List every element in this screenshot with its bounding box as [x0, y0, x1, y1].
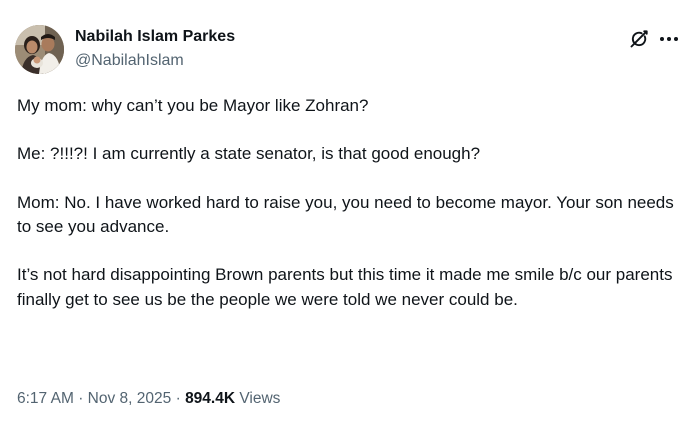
more-icon-glyph [660, 37, 678, 41]
views-count: 894.4K [185, 390, 236, 407]
meta-separator: · [78, 390, 84, 407]
tweet-card: Nabilah Islam Parkes @NabilahIslam My mo… [0, 0, 700, 427]
views-label: Views [239, 390, 281, 407]
more-icon[interactable] [657, 27, 681, 51]
tweet-metadata: 6:17 AM · Nov 8, 2025 · 894.4K Views [17, 390, 280, 408]
grok-icon[interactable] [627, 27, 651, 51]
author-handle[interactable]: @NabilahIslam [75, 52, 184, 70]
tweet-paragraph: My mom: why can’t you be Mayor like Zohr… [17, 96, 369, 115]
author-display-name[interactable]: Nabilah Islam Parkes [75, 28, 235, 46]
tweet-text: My mom: why can’t you be Mayor like Zohr… [17, 94, 689, 312]
tweet-paragraph: Me: ?!!!?! I am currently a state senato… [17, 144, 481, 164]
tweet-date[interactable]: Nov 8, 2025 [88, 390, 172, 407]
meta-separator: · [175, 390, 181, 407]
grok-icon-glyph [630, 30, 648, 48]
avatar-photo [15, 25, 64, 74]
tweet-paragraph: Mom: No. I have worked hard to raise you… [17, 192, 674, 236]
tweet-time[interactable]: 6:17 AM [17, 390, 74, 407]
avatar[interactable] [15, 25, 64, 74]
tweet-paragraph: It’s not hard disappointing Brown parent… [17, 265, 673, 309]
